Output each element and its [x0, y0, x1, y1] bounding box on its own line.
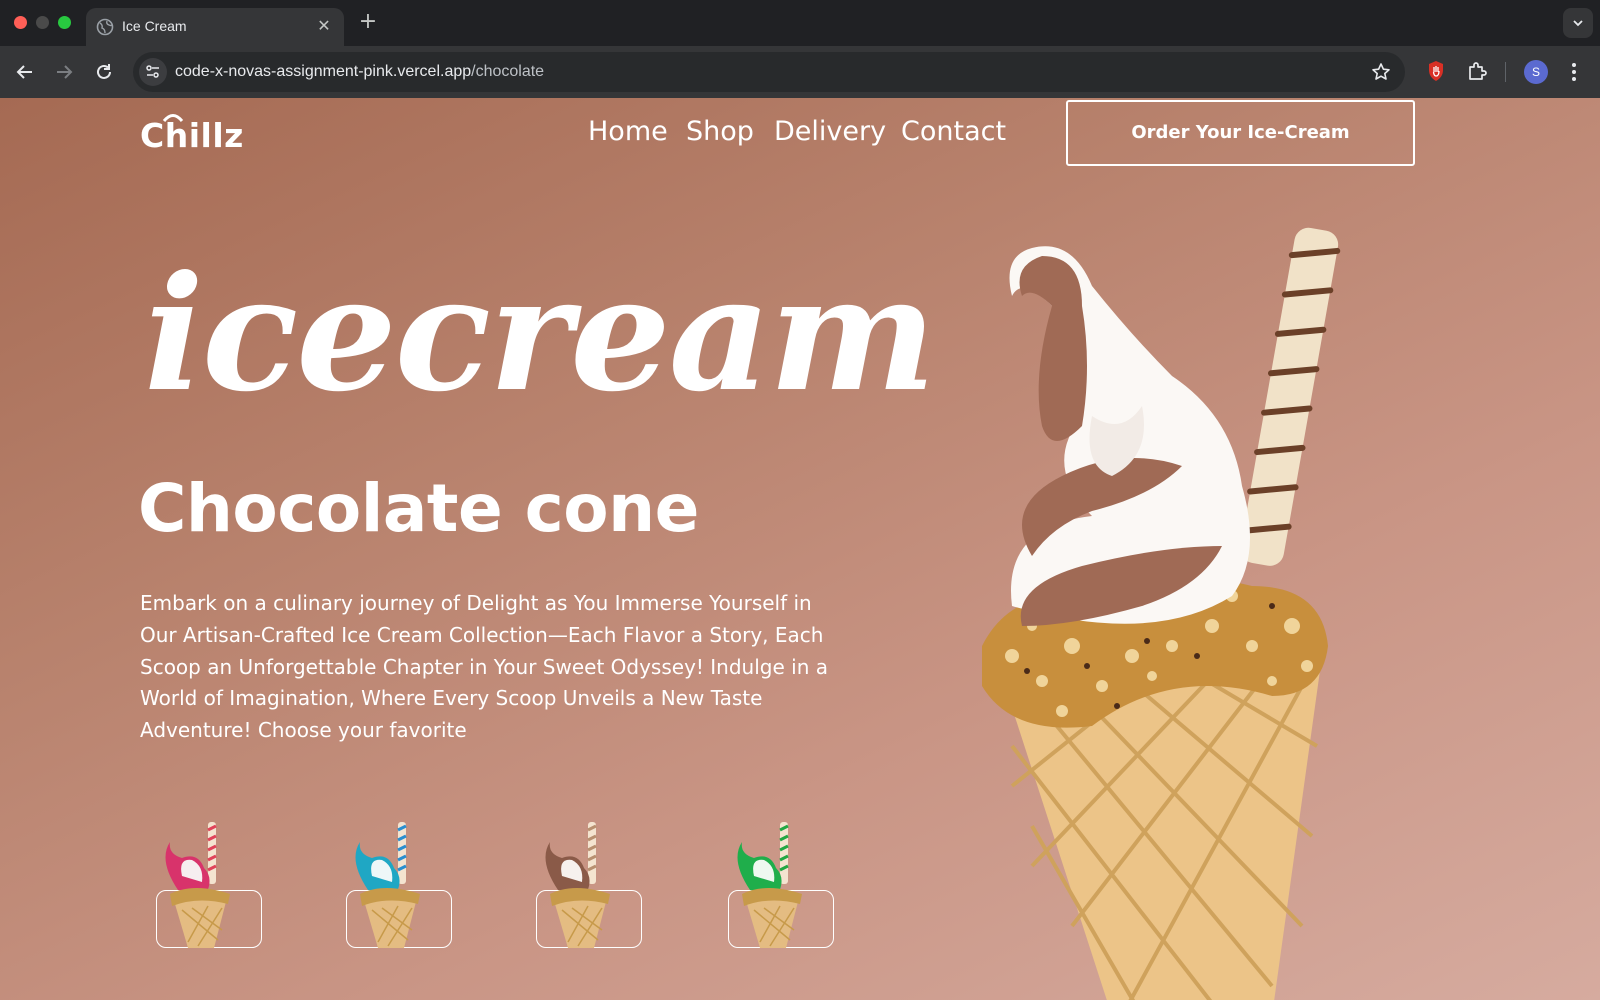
flavor-selector — [148, 820, 848, 950]
url-text[interactable]: code-x-novas-assignment-pink.vercel.app/… — [175, 63, 544, 81]
site-info-button[interactable] — [139, 58, 167, 86]
close-window-button[interactable] — [14, 16, 27, 29]
flavor-thumb-strawberry[interactable] — [148, 820, 262, 950]
nav-shop[interactable]: Shop — [686, 116, 754, 147]
order-ice-cream-button[interactable]: Order Your Ice-Cream — [1066, 100, 1415, 166]
back-arrow-icon — [16, 65, 32, 79]
toolbar-divider — [1505, 62, 1506, 82]
chocolate-cone-icon — [545, 822, 610, 948]
url-host: code-x-novas-assignment-pink.vercel.app — [175, 63, 472, 80]
strawberry-cone-icon — [165, 822, 230, 948]
reload-button[interactable] — [91, 59, 117, 85]
new-tab-button[interactable]: + — [356, 10, 380, 34]
close-tab-icon[interactable]: ✕ — [314, 16, 334, 36]
more-menu-icon[interactable] — [1568, 59, 1580, 85]
forward-button[interactable] — [51, 59, 77, 85]
hero-description: Embark on a culinary journey of Delight … — [140, 591, 828, 743]
browser-tab-strip: Ice Cream ✕ + — [0, 0, 1600, 46]
globe-icon — [96, 18, 114, 36]
flavor-thumb-chocolate[interactable] — [528, 820, 642, 950]
logo-hat-icon — [162, 114, 184, 122]
browser-toolbar: code-x-novas-assignment-pink.vercel.app/… — [0, 46, 1600, 98]
hero-script-title: icecream — [144, 242, 936, 427]
tab-search-button[interactable] — [1563, 8, 1593, 38]
chevron-down-icon — [1573, 20, 1583, 27]
maximize-window-button[interactable] — [58, 16, 71, 29]
bookmark-star-icon[interactable] — [1371, 62, 1391, 82]
profile-avatar[interactable]: S — [1524, 60, 1548, 84]
url-path: /chocolate — [471, 63, 545, 80]
nav-delivery[interactable]: Delivery — [774, 116, 886, 147]
reload-icon — [97, 64, 111, 79]
tab-title: Ice Cream — [122, 18, 187, 34]
mint-cone-icon — [737, 822, 802, 948]
chocolate-cone-hero-image — [982, 227, 1341, 1000]
tune-icon — [146, 65, 159, 78]
flavor-title: Chocolate cone — [138, 470, 699, 547]
flavor-thumb-mint[interactable] — [720, 820, 834, 950]
site-logo[interactable]: Chillz — [140, 116, 244, 155]
nav-contact[interactable]: Contact — [901, 116, 1006, 147]
web-page: Chillz Home Shop Delivery Contact Order … — [0, 98, 1600, 1000]
browser-tab[interactable]: Ice Cream ✕ — [86, 8, 344, 46]
address-bar[interactable]: code-x-novas-assignment-pink.vercel.app/… — [133, 52, 1405, 92]
extensions-puzzle-icon[interactable] — [1466, 60, 1488, 82]
minimize-window-button[interactable] — [36, 16, 49, 29]
adblock-extension-icon[interactable] — [1426, 60, 1446, 82]
forward-arrow-icon — [57, 65, 73, 79]
flavor-thumb-blueberry[interactable] — [338, 820, 452, 950]
blueberry-cone-icon — [355, 822, 420, 948]
nav-home[interactable]: Home — [588, 116, 668, 147]
back-button[interactable] — [12, 59, 38, 85]
